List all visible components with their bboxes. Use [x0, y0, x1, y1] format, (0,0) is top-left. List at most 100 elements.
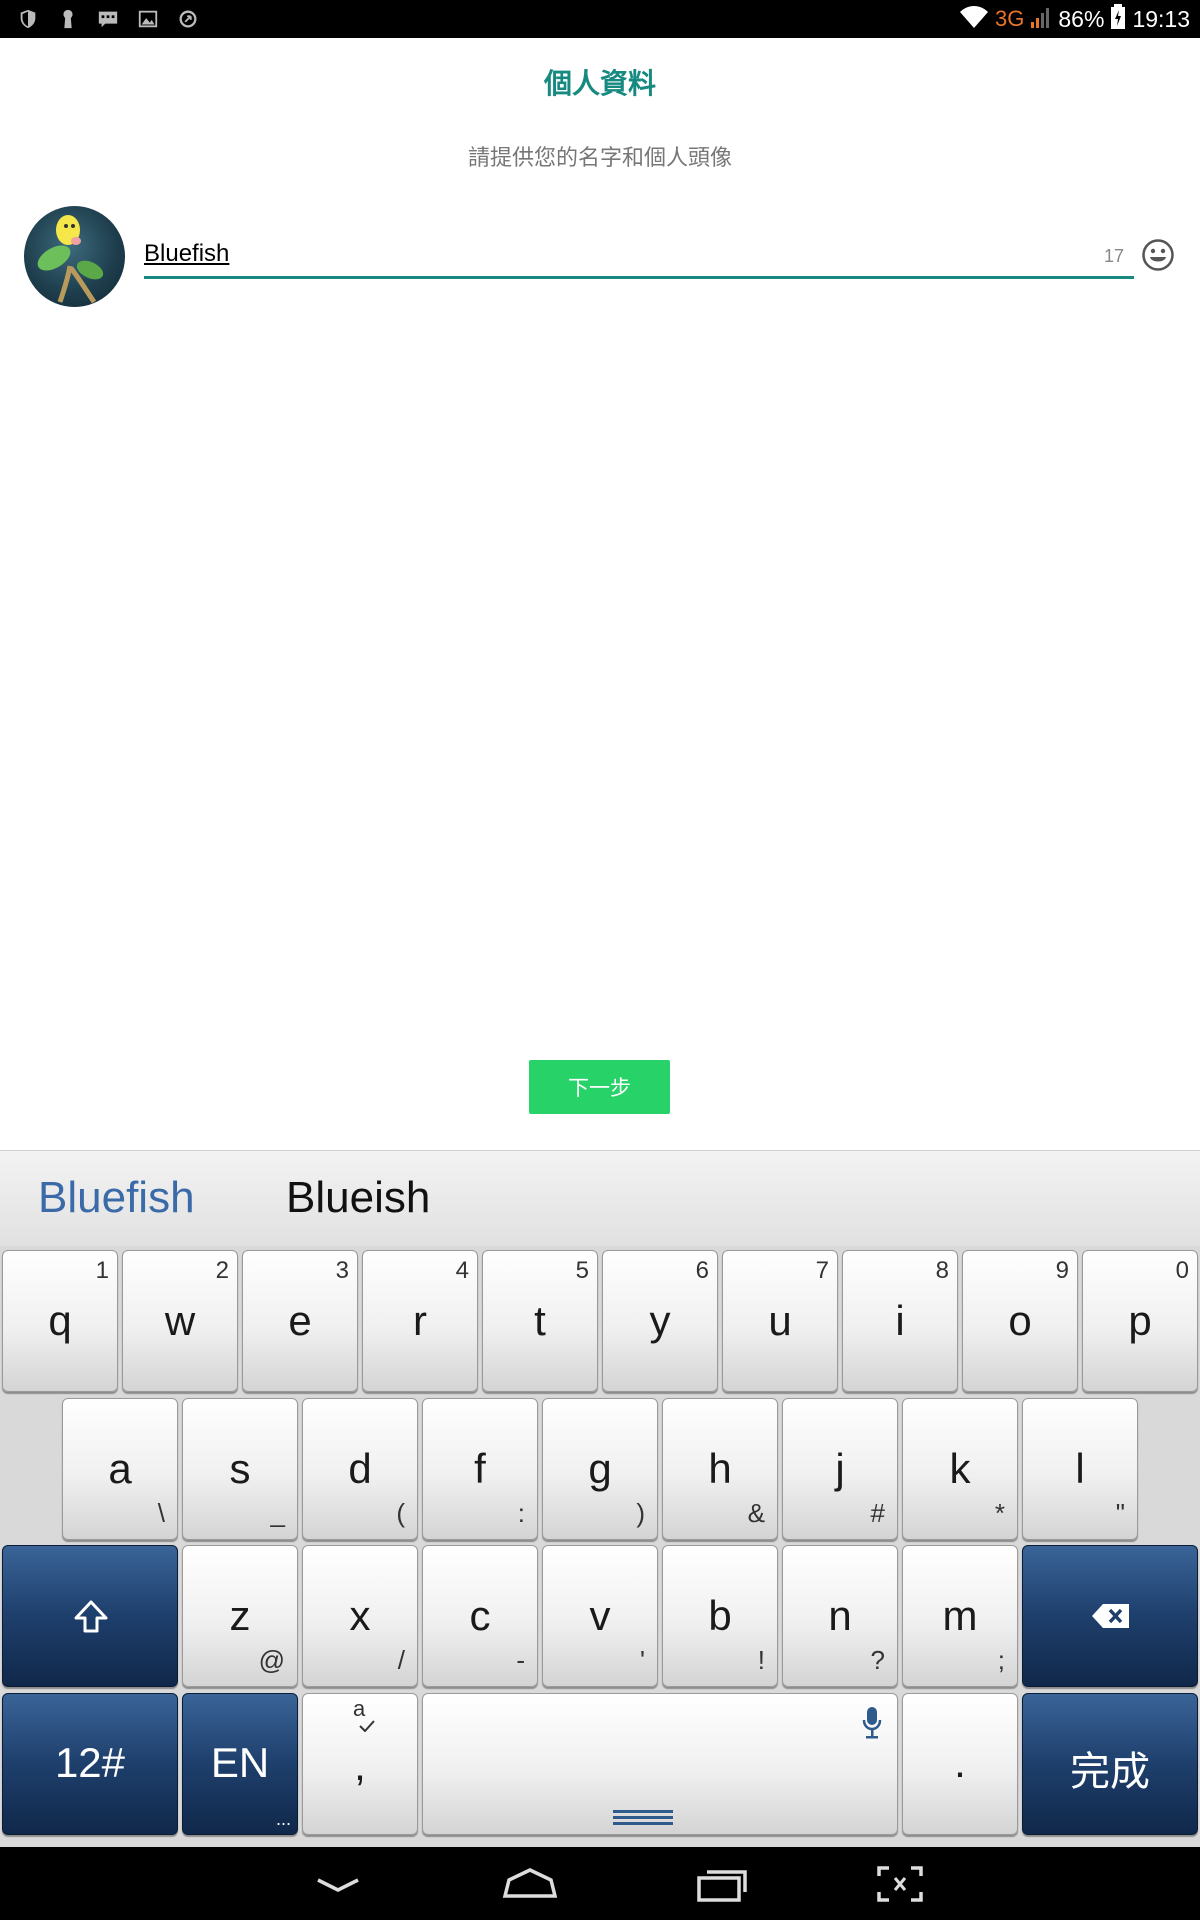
status-bar: 3G 86% 19:13 — [0, 0, 1200, 38]
suggestion-primary[interactable]: Bluefish — [38, 1173, 195, 1223]
symbols-key[interactable]: 12# — [2, 1693, 178, 1835]
chevron-down-icon — [317, 1878, 359, 1892]
space-bar-lines-icon — [613, 1810, 673, 1825]
key-v[interactable]: v ' — [542, 1545, 658, 1687]
key-j[interactable]: j # — [782, 1398, 898, 1540]
key-q[interactable]: q1 — [2, 1250, 118, 1392]
key-hint: \ — [157, 1498, 165, 1528]
key-a[interactable]: a \ — [62, 1398, 178, 1540]
network-type: 3G — [995, 6, 1025, 31]
key-label: t — [534, 1297, 546, 1344]
recents-button[interactable] — [682, 1859, 762, 1909]
next-button[interactable]: 下一步 — [529, 1060, 670, 1114]
screenshot-button[interactable] — [860, 1859, 940, 1909]
key-hint: 7 — [815, 1257, 829, 1284]
key-o[interactable]: o9 — [962, 1250, 1078, 1392]
key-hint: 6 — [695, 1257, 709, 1284]
keyboard: Bluefish Blueish q 1 w 2 e 3 r 4 t 5 y 6 u 7 i 8 o 9 p 0 a \ s… — [0, 1150, 1200, 1847]
backspace-icon — [1092, 1604, 1129, 1628]
home-icon — [502, 1868, 558, 1898]
screenshot-icon — [877, 1866, 923, 1902]
spellcheck-icon: a — [353, 1696, 366, 1721]
key-hint: ) — [636, 1498, 645, 1528]
key-label: z — [229, 1592, 251, 1639]
key-hint: 2 — [215, 1257, 229, 1284]
key-label: p — [1128, 1297, 1152, 1344]
key-hint: 1 — [95, 1257, 109, 1284]
key-u[interactable]: u7 — [722, 1250, 838, 1392]
key-hint: 8 — [935, 1257, 949, 1284]
microphone-icon[interactable] — [861, 1706, 883, 1740]
period-key[interactable]: . — [902, 1693, 1018, 1835]
language-key[interactable]: EN ... — [182, 1693, 298, 1835]
key-b[interactable]: b! — [662, 1545, 778, 1687]
shield-icon — [14, 5, 42, 33]
key-label: l — [1075, 1445, 1085, 1492]
status-right: 3G 86% 19:13 — [959, 0, 1190, 38]
key-label: s — [229, 1445, 251, 1492]
key-c[interactable]: c- — [422, 1545, 538, 1687]
name-field[interactable]: Bluefish 17 — [144, 236, 1134, 279]
key-p[interactable]: p0 — [1082, 1250, 1198, 1392]
key-z[interactable]: z @ — [182, 1545, 298, 1687]
key-label: y — [649, 1297, 671, 1344]
key-g[interactable]: g) — [542, 1398, 658, 1540]
image-icon — [134, 5, 162, 33]
key-label: x — [349, 1592, 371, 1639]
key-hint: / — [397, 1645, 405, 1675]
key-label: c — [469, 1592, 491, 1639]
key-h[interactable]: h & — [662, 1398, 778, 1540]
key-x[interactable]: x / — [302, 1545, 418, 1687]
emoji-icon[interactable] — [1141, 238, 1175, 272]
char-counter: 17 — [1103, 246, 1124, 266]
key-r[interactable]: r4 — [362, 1250, 478, 1392]
key-label: k — [949, 1445, 971, 1492]
key-i[interactable]: i8 — [842, 1250, 958, 1392]
wifi-icon — [959, 4, 989, 34]
key-n[interactable]: n? — [782, 1545, 898, 1687]
key-t[interactable]: t5 — [482, 1250, 598, 1392]
comma-key[interactable]: a , — [302, 1693, 418, 1835]
key-label: m — [942, 1592, 978, 1639]
key-label: f — [474, 1445, 486, 1492]
name-input-value[interactable]: Bluefish — [144, 240, 229, 268]
key-hint: ? — [870, 1645, 885, 1675]
shift-key[interactable] — [2, 1545, 178, 1687]
sync-icon — [174, 5, 202, 33]
space-key[interactable] — [422, 1693, 898, 1835]
key-hint: - — [516, 1645, 525, 1675]
key-k[interactable]: k * — [902, 1398, 1018, 1540]
key-hint: ! — [757, 1645, 765, 1675]
language-more-indicator: ... — [275, 1809, 291, 1829]
period-key-label: . — [954, 1739, 966, 1786]
done-key-label: 完成 — [1070, 1750, 1150, 1794]
key-label: d — [348, 1445, 372, 1492]
hide-keyboard-button[interactable] — [298, 1859, 378, 1909]
key-y[interactable]: y6 — [602, 1250, 718, 1392]
home-button[interactable] — [490, 1859, 570, 1909]
spellcheck-check-icon — [359, 1720, 375, 1732]
key-s[interactable]: s _ — [182, 1398, 298, 1540]
chat-icon — [94, 5, 122, 33]
signal-icon — [1030, 5, 1052, 33]
key-label: b — [708, 1592, 732, 1639]
key-m[interactable]: m; — [902, 1545, 1018, 1687]
clock: 19:13 — [1132, 5, 1190, 32]
done-key[interactable]: 完成 — [1022, 1693, 1198, 1835]
key-f[interactable]: f: — [422, 1398, 538, 1540]
key-w[interactable]: w2 — [122, 1250, 238, 1392]
avatar[interactable] — [24, 206, 125, 307]
key-hint: 9 — [1055, 1257, 1069, 1284]
page-title: 個人資料 — [543, 67, 656, 100]
key-l[interactable]: l " — [1022, 1398, 1138, 1540]
key-label: r — [413, 1297, 427, 1344]
backspace-key[interactable] — [1022, 1545, 1198, 1687]
key-label: w — [164, 1297, 196, 1344]
suggestion-secondary[interactable]: Blueish — [286, 1173, 430, 1223]
key-hint: ( — [396, 1498, 405, 1528]
key-d[interactable]: d( — [302, 1398, 418, 1540]
key-hint: 0 — [1175, 1257, 1189, 1284]
key-label: g — [588, 1445, 612, 1492]
battery-percent: 86% — [1058, 5, 1105, 32]
key-e[interactable]: e3 — [242, 1250, 358, 1392]
